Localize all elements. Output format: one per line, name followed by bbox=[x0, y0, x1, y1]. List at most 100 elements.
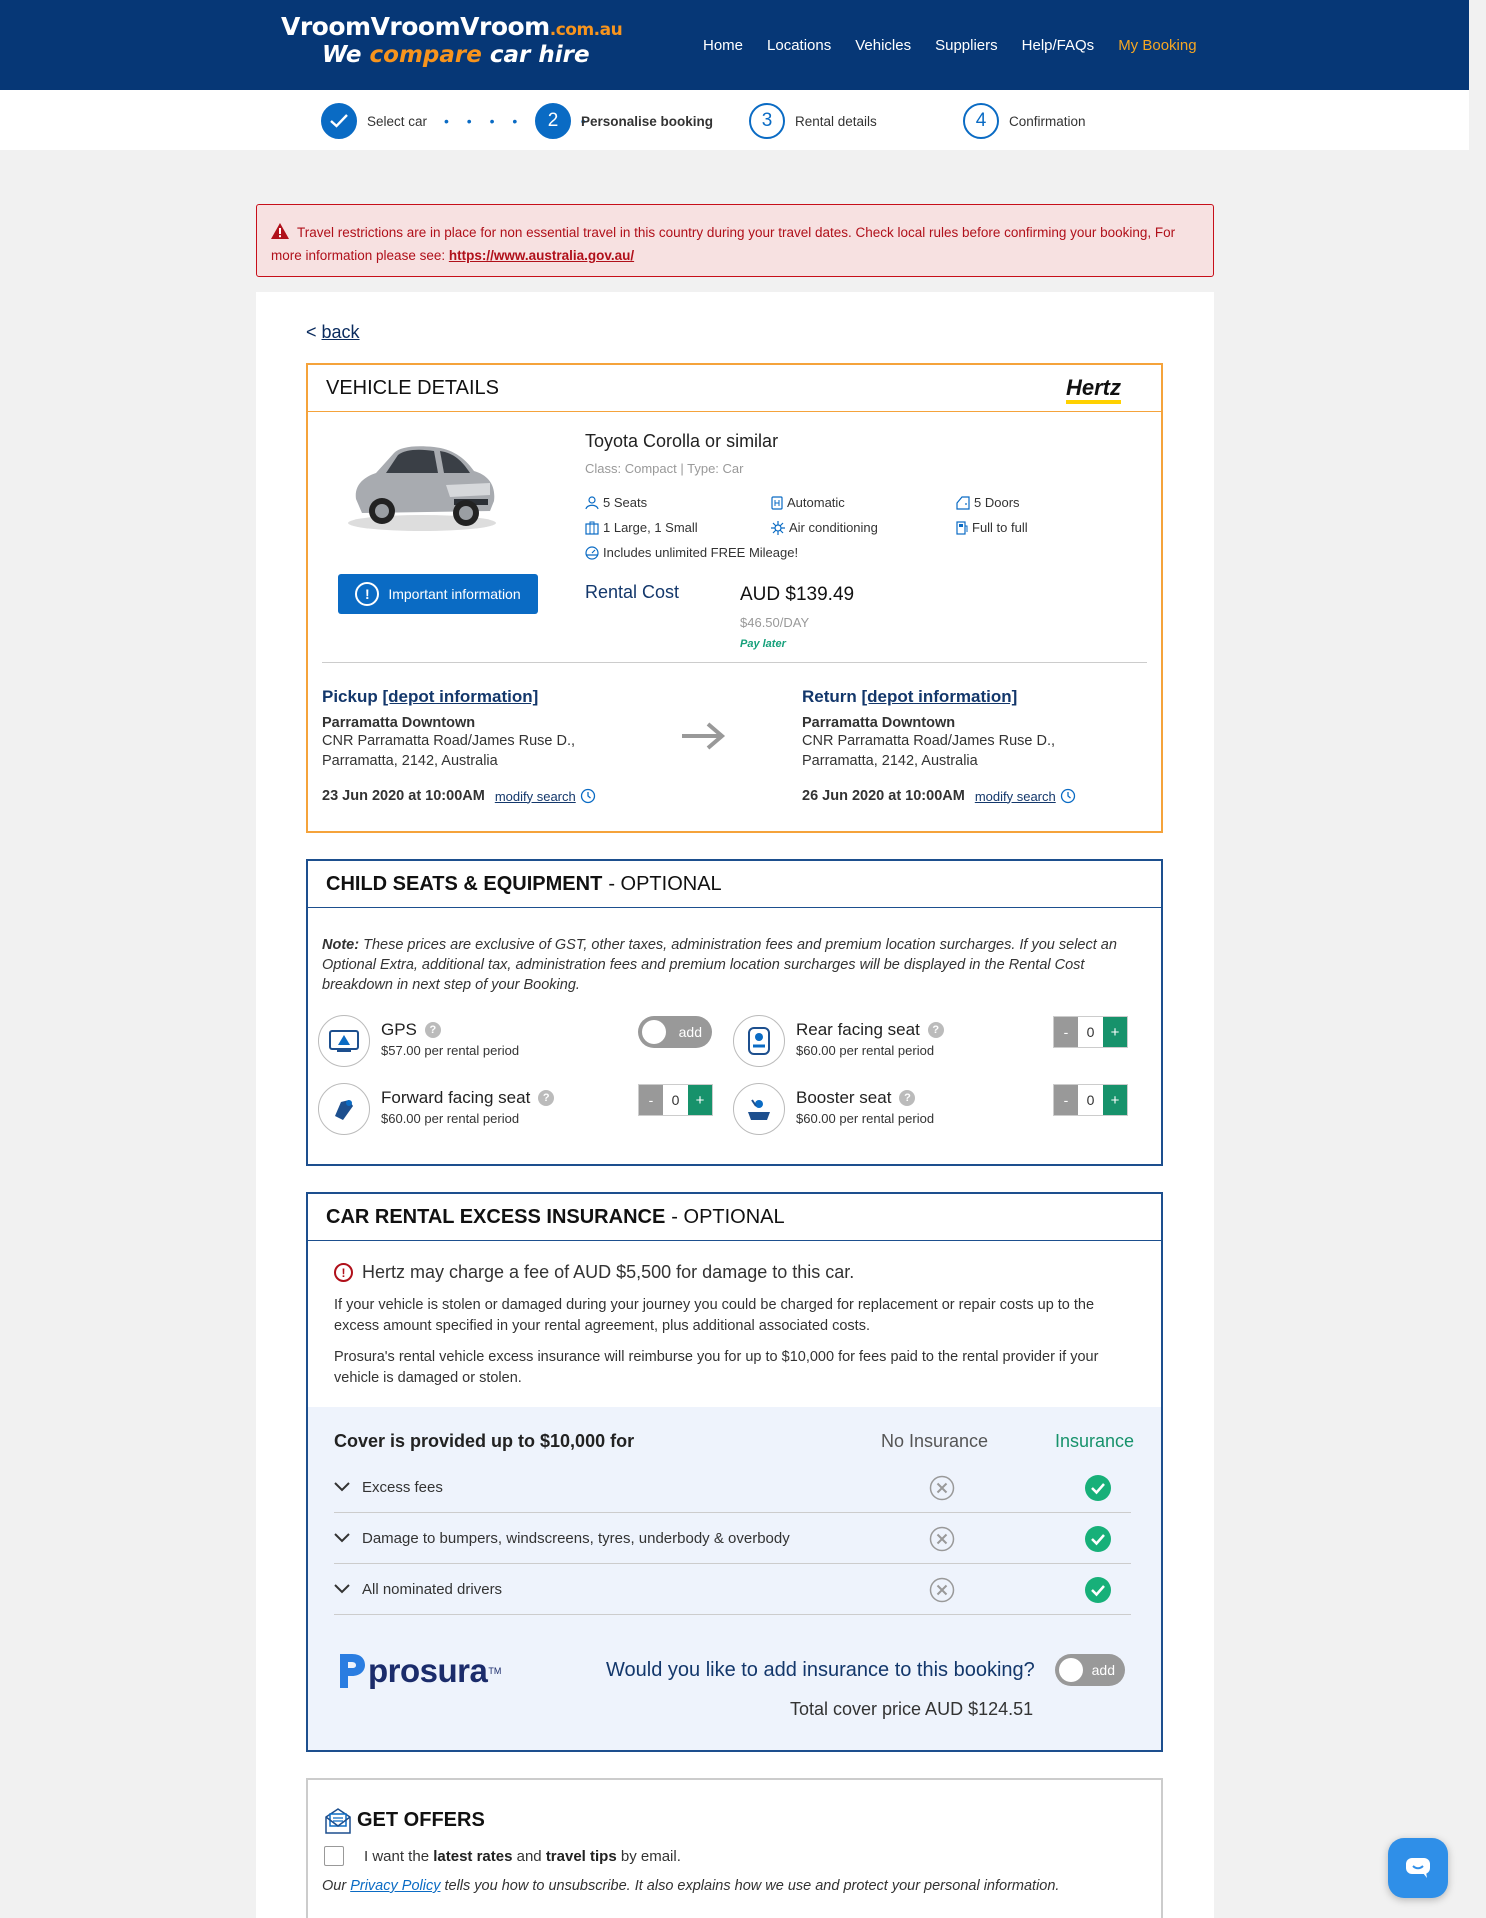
help-icon[interactable]: ? bbox=[424, 1022, 441, 1038]
decrement-button[interactable]: - bbox=[1054, 1017, 1078, 1047]
rental-cost-label: Rental Cost bbox=[585, 582, 680, 602]
fee-text: Hertz may charge a fee of AUD $5,500 for… bbox=[362, 1262, 855, 1282]
gps-add-toggle[interactable]: add bbox=[638, 1016, 712, 1048]
equipment-note: Note: These prices are exclusive of GST,… bbox=[322, 935, 1147, 995]
text: Our bbox=[322, 1878, 351, 1894]
feature-seats: 5 Seats bbox=[585, 495, 647, 510]
section-title: VEHICLE DETAILS bbox=[326, 376, 500, 399]
quantity-value[interactable]: 0 bbox=[1078, 1017, 1103, 1047]
step-select-car[interactable]: Select car bbox=[321, 103, 427, 139]
check-circle-icon bbox=[1085, 1526, 1111, 1552]
pickup-details: Pickup [depot information] Parramatta Do… bbox=[322, 687, 622, 804]
nav-suppliers[interactable]: Suppliers bbox=[935, 37, 998, 54]
cross-circle-icon bbox=[929, 1577, 955, 1603]
pickup-depot-link[interactable]: [depot information] bbox=[382, 687, 538, 706]
offers-checkbox[interactable] bbox=[324, 1846, 344, 1866]
check-circle-icon bbox=[1085, 1475, 1111, 1501]
site-logo[interactable]: VroomVroomVroom.com.au We compare car hi… bbox=[281, 12, 623, 68]
feature-label: Includes unlimited FREE Mileage! bbox=[603, 545, 799, 560]
optional-label: - OPTIONAL bbox=[608, 872, 722, 895]
insurance-paragraph-2: Prosura's rental vehicle excess insuranc… bbox=[334, 1349, 1099, 1386]
back-link-wrap: < back bbox=[306, 322, 360, 343]
cover-row[interactable]: All nominated drivers bbox=[334, 1564, 1131, 1615]
text-bold: travel tips bbox=[545, 1848, 617, 1865]
privacy-note: Our Privacy Policy tells you how to unsu… bbox=[322, 1878, 1059, 1894]
equipment-name: Rear facing seat bbox=[796, 1020, 920, 1039]
booking-steps: Select car • • • • • • • 2 Personalise b… bbox=[0, 90, 1469, 150]
col-no-insurance: No Insurance bbox=[881, 1431, 989, 1451]
pickup-location-name: Parramatta Downtown bbox=[322, 715, 476, 731]
pickup-address-line2: Parramatta, 2142, Australia bbox=[322, 753, 498, 769]
help-icon[interactable]: ? bbox=[927, 1022, 944, 1038]
insurance-comparison: Cover is provided up to $10,000 for No I… bbox=[308, 1407, 1161, 1750]
alert-icon: ! bbox=[334, 1263, 353, 1282]
help-icon[interactable]: ? bbox=[899, 1090, 916, 1106]
feature-luggage: 1 Large, 1 Small bbox=[585, 520, 698, 535]
insurance-add-toggle[interactable]: add bbox=[1055, 1654, 1125, 1686]
main-nav: Home Locations Vehicles Suppliers Help/F… bbox=[703, 37, 1221, 54]
cover-row[interactable]: Excess fees bbox=[334, 1462, 1131, 1513]
pickup-datetime: 23 Jun 2020 at 10:00AM bbox=[322, 788, 485, 804]
return-modify-search-link[interactable]: modify search bbox=[975, 789, 1056, 804]
back-link[interactable]: back bbox=[322, 322, 360, 342]
important-information-button[interactable]: ! Important information bbox=[338, 574, 538, 614]
return-location-name: Parramatta Downtown bbox=[802, 715, 956, 731]
vehicle-details-card: VEHICLE DETAILS Hertz ! Important inform… bbox=[306, 363, 1163, 833]
feature-label: Air conditioning bbox=[789, 520, 878, 535]
increment-button[interactable]: + bbox=[688, 1085, 712, 1115]
cover-row[interactable]: Damage to bumpers, windscreens, tyres, u… bbox=[334, 1513, 1131, 1564]
decrement-button[interactable]: - bbox=[1054, 1085, 1078, 1115]
nav-locations[interactable]: Locations bbox=[767, 37, 831, 54]
total-cover-price: Total cover price AUD $124.51 bbox=[790, 1699, 1034, 1719]
person-icon bbox=[585, 495, 599, 509]
increment-button[interactable]: + bbox=[1103, 1085, 1127, 1115]
step-label: Rental details bbox=[795, 113, 877, 129]
car-image bbox=[348, 446, 496, 531]
cover-row-label: All nominated drivers bbox=[362, 1580, 503, 1598]
offers-checkbox-label[interactable]: I want the latest rates and travel tips … bbox=[364, 1848, 681, 1865]
optional-label: - OPTIONAL bbox=[671, 1205, 785, 1228]
chat-button[interactable] bbox=[1388, 1838, 1448, 1898]
offers-heading: GET OFFERS bbox=[357, 1808, 485, 1831]
help-icon[interactable]: ? bbox=[538, 1090, 555, 1106]
child-seats-card: CHILD SEATS & EQUIPMENT - OPTIONAL Note: … bbox=[306, 859, 1163, 1166]
feature-label: 5 Doors bbox=[974, 495, 1020, 510]
prosura-mark-icon bbox=[340, 1654, 365, 1688]
step-label: Personalise booking bbox=[581, 113, 714, 129]
toggle-label: add bbox=[1091, 1662, 1115, 1678]
step-rental-details: 3 Rental details bbox=[749, 103, 877, 139]
forward-facing-seat-icon bbox=[318, 1083, 370, 1135]
col-insurance: Insurance bbox=[1055, 1431, 1135, 1451]
info-icon: ! bbox=[355, 582, 380, 606]
increment-button[interactable]: + bbox=[1103, 1017, 1127, 1047]
text: by email. bbox=[616, 1848, 681, 1865]
decrement-button[interactable]: - bbox=[639, 1085, 663, 1115]
nav-my-booking[interactable]: My Booking bbox=[1118, 37, 1196, 54]
text-bold: latest rates bbox=[433, 1848, 513, 1865]
check-icon bbox=[321, 103, 357, 139]
quantity-value[interactable]: 0 bbox=[663, 1085, 688, 1115]
equipment-price: $60.00 per rental period bbox=[796, 1043, 935, 1058]
privacy-policy-link[interactable]: Privacy Policy bbox=[350, 1878, 440, 1894]
pickup-title: Pickup bbox=[322, 687, 378, 706]
equipment-name: GPS bbox=[381, 1020, 417, 1039]
cover-row-label: Damage to bumpers, windscreens, tyres, u… bbox=[362, 1529, 790, 1547]
alert-link[interactable]: https://www.australia.gov.au/ bbox=[449, 248, 634, 263]
nav-help[interactable]: Help/FAQs bbox=[1022, 37, 1095, 54]
check-circle-icon bbox=[1085, 1577, 1111, 1603]
prosura-logo: prosura TM bbox=[338, 1652, 501, 1690]
nav-vehicles[interactable]: Vehicles bbox=[855, 37, 911, 54]
pickup-modify-search-link[interactable]: modify search bbox=[495, 789, 576, 804]
step-number: 3 bbox=[749, 103, 785, 139]
section-header: VEHICLE DETAILS Hertz bbox=[308, 365, 1161, 412]
quantity-value[interactable]: 0 bbox=[1078, 1085, 1103, 1115]
rear-facing-seat-stepper: - 0 + bbox=[1053, 1016, 1128, 1048]
chevron-down-icon bbox=[334, 1584, 350, 1594]
return-depot-link[interactable]: [depot information] bbox=[862, 687, 1018, 706]
toggle-knob bbox=[642, 1020, 666, 1044]
aircon-icon bbox=[771, 520, 785, 535]
nav-home[interactable]: Home bbox=[703, 37, 743, 54]
step-personalise: 2 Personalise booking bbox=[535, 103, 713, 139]
note-text: These prices are exclusive of GST, other… bbox=[322, 937, 1117, 993]
door-icon bbox=[956, 495, 970, 510]
